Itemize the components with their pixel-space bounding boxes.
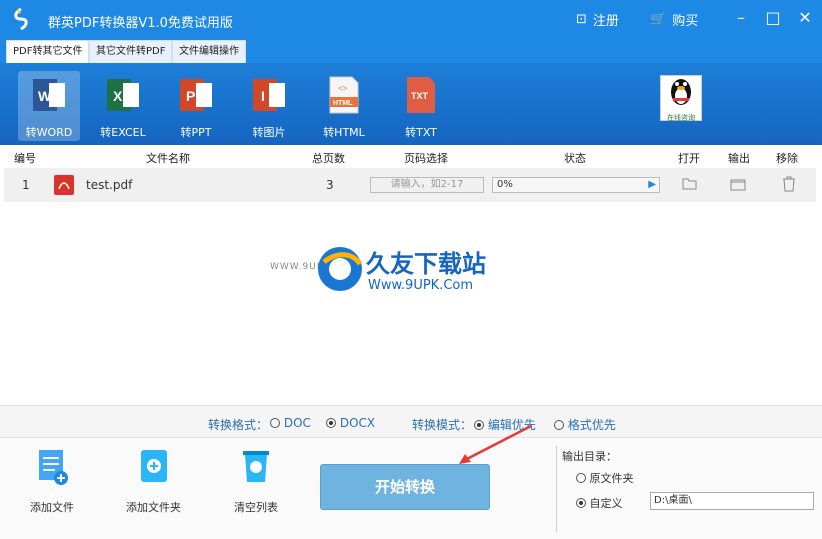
col-num: 编号 bbox=[14, 152, 36, 165]
window-title: 群英PDF转换器V1.0免费试用版 bbox=[48, 16, 233, 31]
pdf-file-icon bbox=[54, 175, 74, 195]
table-row[interactable]: 1 test.pdf 3 请输入，如2-17 0% ▶ bbox=[4, 168, 816, 202]
clear-list-button[interactable]: 清空列表 bbox=[234, 446, 278, 515]
format-docx-radio[interactable]: DOCX bbox=[326, 416, 375, 430]
page-range-input[interactable]: 请输入，如2-17 bbox=[370, 177, 484, 193]
divider bbox=[556, 446, 557, 532]
svg-text:I: I bbox=[261, 88, 265, 104]
maximize-button[interactable]: □ bbox=[762, 8, 784, 27]
convert-ppt-button[interactable]: P 转PPT bbox=[165, 71, 227, 141]
svg-text:<>: <> bbox=[338, 84, 348, 93]
file-table-header: 编号 文件名称 总页数 页码选择 状态 打开 输出 移除 bbox=[0, 148, 822, 166]
buy-button[interactable]: 🛒 购买 bbox=[650, 10, 698, 29]
html-icon: HTML <> bbox=[329, 76, 359, 114]
mode-format-radio[interactable]: 格式优先 bbox=[554, 416, 616, 433]
watermark: WWW.9UPK.COM 久友下载站 Www.9UPK.Com bbox=[270, 240, 510, 300]
title-bar: 群英PDF转换器V1.0免费试用版 ⊡ 注册 🛒 购买 – □ ✕ bbox=[0, 0, 822, 38]
svg-text:HTML: HTML bbox=[333, 100, 353, 107]
output-dir-label: 输出目录： bbox=[562, 450, 617, 463]
tab-bar: PDF转其它文件 其它文件转PDF 文件编辑操作 bbox=[0, 38, 822, 63]
convert-txt-button[interactable]: TXT 转TXT bbox=[390, 71, 452, 141]
qq-penguin-icon bbox=[671, 79, 691, 105]
arrow-annotation-icon bbox=[459, 424, 532, 464]
add-file-button[interactable]: 添加文件 bbox=[30, 446, 74, 515]
add-folder-icon bbox=[140, 450, 167, 482]
word-icon: W bbox=[33, 79, 65, 111]
col-remove: 移除 bbox=[776, 152, 798, 165]
register-icon: ⊡ bbox=[576, 12, 587, 27]
convert-word-button[interactable]: W 转WORD bbox=[18, 71, 80, 141]
txt-icon: TXT bbox=[407, 77, 435, 113]
col-pages: 总页数 bbox=[312, 152, 345, 165]
svg-text:TXT: TXT bbox=[411, 91, 429, 101]
open-folder-icon[interactable] bbox=[682, 177, 698, 191]
conversion-toolbar: W 转WORD X 转EXCEL P 转PPT I 转图片 HTML <> 转HT… bbox=[0, 63, 822, 145]
watermark-logo-icon bbox=[318, 247, 363, 291]
image-icon: I bbox=[253, 79, 285, 111]
col-open: 打开 bbox=[678, 152, 700, 165]
trash-icon[interactable] bbox=[782, 176, 796, 192]
convert-excel-button[interactable]: X 转EXCEL bbox=[92, 71, 154, 141]
col-name: 文件名称 bbox=[146, 152, 190, 165]
col-range: 页码选择 bbox=[404, 152, 448, 165]
output-path-input[interactable]: D:\桌面\ bbox=[650, 492, 814, 510]
start-convert-button[interactable]: 开始转换 bbox=[320, 464, 490, 510]
output-folder-icon[interactable] bbox=[730, 177, 746, 191]
svg-text:P: P bbox=[186, 88, 195, 104]
bottom-panel: 添加文件 添加文件夹 清空列表 开始转换 输出目录： 原文件夹 自定义 D:\桌… bbox=[0, 424, 822, 539]
svg-text:W: W bbox=[38, 88, 52, 104]
tab-other-to-pdf[interactable]: 其它文件转PDF bbox=[89, 40, 173, 63]
minimize-button[interactable]: – bbox=[730, 8, 752, 27]
ppt-icon: P bbox=[180, 79, 212, 111]
col-output: 输出 bbox=[728, 152, 750, 165]
outdir-original-radio[interactable]: 原文件夹 bbox=[576, 470, 634, 486]
excel-icon: X bbox=[107, 79, 139, 111]
tab-file-edit[interactable]: 文件编辑操作 bbox=[172, 40, 246, 63]
convert-image-button[interactable]: I 转图片 bbox=[238, 71, 300, 141]
clear-list-icon bbox=[243, 451, 269, 482]
app-logo-icon bbox=[14, 7, 28, 31]
row-filename: test.pdf bbox=[86, 178, 133, 192]
row-num: 1 bbox=[22, 178, 30, 192]
add-file-icon bbox=[39, 450, 68, 485]
add-folder-button[interactable]: 添加文件夹 bbox=[126, 446, 181, 515]
close-button[interactable]: ✕ bbox=[794, 8, 816, 27]
row-pages: 3 bbox=[326, 178, 334, 192]
convert-html-button[interactable]: HTML <> 转HTML bbox=[313, 71, 375, 141]
options-bar: 转换格式： DOC DOCX 转换模式： 编辑优先 格式优先 bbox=[0, 405, 822, 437]
svg-text:X: X bbox=[113, 88, 123, 104]
outdir-custom-radio[interactable]: 自定义 bbox=[576, 495, 623, 511]
format-doc-radio[interactable]: DOC bbox=[270, 416, 311, 430]
col-status: 状态 bbox=[564, 152, 586, 165]
register-button[interactable]: ⊡ 注册 bbox=[576, 10, 619, 29]
play-icon: ▶ bbox=[648, 179, 656, 190]
tab-pdf-to-other[interactable]: PDF转其它文件 bbox=[6, 40, 90, 63]
progress-bar: 0% ▶ bbox=[492, 177, 660, 193]
online-consult-button[interactable]: 在线咨询 bbox=[660, 75, 702, 122]
format-label: 转换格式： bbox=[208, 418, 269, 432]
cart-icon: 🛒 bbox=[650, 12, 667, 27]
